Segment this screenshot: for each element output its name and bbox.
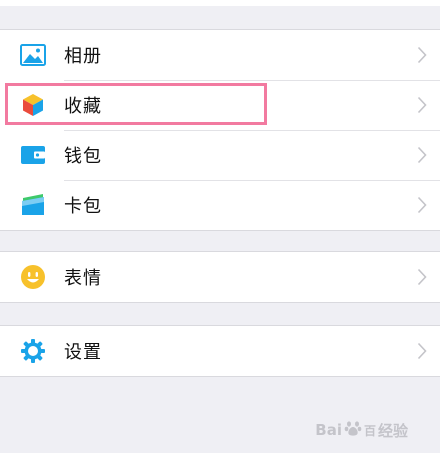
- menu-item-label: 卡包: [64, 196, 102, 217]
- chevron-right-icon: [417, 268, 427, 286]
- menu-item-stickers[interactable]: 表情: [0, 252, 440, 302]
- watermark-cn: 经验: [377, 421, 408, 440]
- card-package-icon: [19, 191, 47, 219]
- top-strip: [0, 0, 440, 6]
- photo-album-icon: [19, 41, 47, 69]
- menu-group-1: 相册 收藏 钱包 卡包: [0, 29, 440, 231]
- menu-item-card-package[interactable]: 卡包: [0, 180, 440, 230]
- watermark-brand: Bai: [315, 421, 342, 439]
- baidu-paw-icon: [344, 419, 362, 441]
- chevron-right-icon: [417, 146, 427, 164]
- settings-gear-icon: [19, 337, 47, 365]
- menu-item-label: 收藏: [64, 96, 102, 117]
- chevron-right-icon: [417, 342, 427, 360]
- menu-group-3: 设置: [0, 325, 440, 377]
- favorites-cube-icon: [19, 91, 47, 119]
- menu-item-favorites[interactable]: 收藏: [0, 80, 440, 130]
- menu-item-label: 设置: [64, 342, 102, 363]
- chevron-right-icon: [417, 196, 427, 214]
- menu-item-settings[interactable]: 设置: [0, 326, 440, 376]
- chevron-right-icon: [417, 46, 427, 64]
- menu-item-wallet[interactable]: 钱包: [0, 130, 440, 180]
- baidu-jingyan-watermark: Bai 百 经验: [315, 419, 408, 441]
- menu-item-photos[interactable]: 相册: [0, 30, 440, 80]
- chevron-right-icon: [417, 96, 427, 114]
- menu-group-2: 表情: [0, 251, 440, 303]
- menu-item-label: 表情: [64, 268, 102, 289]
- menu-item-label: 钱包: [64, 146, 102, 167]
- emoji-smile-icon: [19, 263, 47, 291]
- menu-item-label: 相册: [64, 46, 102, 67]
- watermark-mid: 百: [363, 423, 376, 438]
- wallet-icon: [19, 141, 47, 169]
